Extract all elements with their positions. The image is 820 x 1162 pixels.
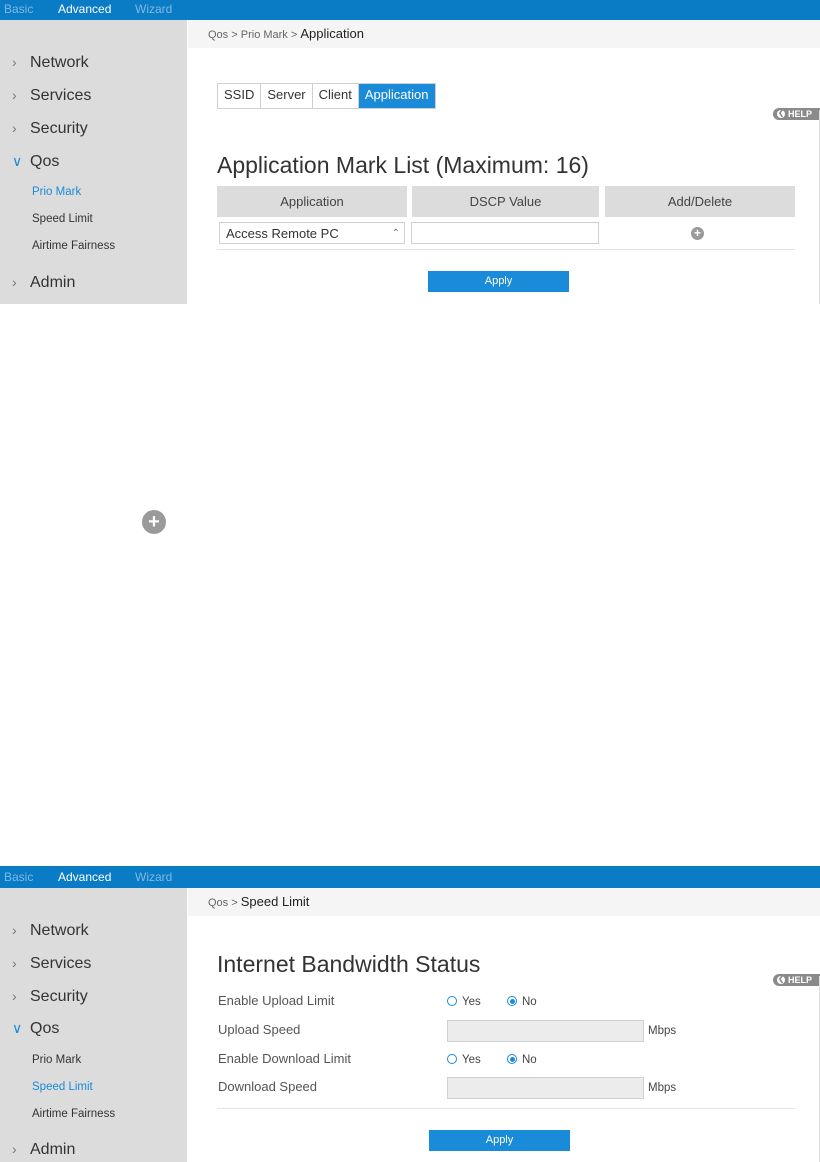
chevron-right-icon: › [12,87,17,103]
sidebar: › Network › Services › Security ∨ Qos Prio M… [0,20,187,304]
column-header-application: Application [217,186,407,217]
breadcrumb: Qos > Speed Limit [208,894,310,910]
breadcrumb-qos[interactable]: Qos [208,29,228,41]
select-updown-icon: ⌃ [391,228,400,239]
top-nav-bar: Basic Advanced Wizard [0,866,820,888]
top-nav-bar: Basic Advanced Wizard [0,0,820,20]
help-icon: ❮ [777,976,785,984]
apply-button[interactable]: Apply [428,271,569,292]
help-button[interactable]: ❮ HELP [773,108,820,120]
chevron-right-icon: › [12,1141,17,1157]
apply-button[interactable]: Apply [429,1130,570,1151]
upload-limit-label: Enable Upload Limit [218,993,335,1008]
top-nav-wizard[interactable]: Wizard [135,870,172,884]
breadcrumb-current: Speed Limit [240,894,310,909]
chevron-down-icon: ∨ [12,1020,23,1036]
sidebar: › Network › Services › Security ∨ Qos Prio M… [0,888,187,1162]
top-nav-advanced[interactable]: Advanced [58,870,111,884]
column-header-add-delete: Add/Delete [605,186,795,217]
sidebar-item-services[interactable]: › Services [12,85,91,106]
tab-server[interactable]: Server [261,84,313,108]
sidebar-item-network[interactable]: › Network [12,920,89,941]
sidebar-item-admin[interactable]: › Admin [12,1139,75,1160]
chevron-down-icon: ∨ [12,153,23,169]
chevron-right-icon: › [12,120,17,136]
upload-speed-label: Upload Speed [218,1022,301,1037]
download-speed-label: Download Speed [218,1079,318,1094]
breadcrumb-prio-mark[interactable]: Prio Mark [241,29,288,41]
tab-application[interactable]: Application [358,84,435,108]
upload-limit-yes-radio[interactable]: Yes [447,995,481,1009]
breadcrumb: Qos > Prio Mark > Application [208,26,364,42]
tab-ssid[interactable]: SSID [218,84,262,108]
divider [217,249,795,250]
top-nav-basic[interactable]: Basic [4,2,33,16]
chevron-right-icon: › [12,955,17,971]
screen-speed-limit: Basic Advanced Wizard › Network › Services… [0,866,820,1162]
divider [217,1108,795,1109]
breadcrumb-current: Application [300,26,364,41]
sidebar-sub-airtime-fairness[interactable]: Airtime Fairness [32,1107,115,1121]
sidebar-item-network[interactable]: › Network [12,52,89,73]
sidebar-item-admin[interactable]: › Admin [12,272,75,293]
breadcrumb-bar: Qos > Prio Mark > Application [188,20,820,48]
chevron-right-icon: › [12,988,17,1004]
screen-application-mark: Basic Advanced Wizard › Network › Services… [0,0,820,304]
download-limit-label: Enable Download Limit [218,1051,351,1066]
sidebar-item-security[interactable]: › Security [12,118,88,139]
sidebar-item-services[interactable]: › Services [12,953,91,974]
download-limit-yes-radio[interactable]: Yes [447,1053,481,1067]
upload-speed-unit: Mbps [648,1025,677,1037]
chevron-right-icon: › [12,274,17,290]
sidebar-sub-speed-limit[interactable]: Speed Limit [32,1080,93,1094]
download-limit-no-radio[interactable]: No [507,1053,537,1067]
top-nav-basic[interactable]: Basic [4,870,33,884]
top-nav-advanced[interactable]: Advanced [58,2,111,16]
help-button[interactable]: ❮ HELP [773,974,820,986]
page-title: Internet Bandwidth Status [217,951,481,977]
page-title: Application Mark List (Maximum: 16) [217,152,589,178]
plus-circle-icon[interactable]: + [691,227,704,240]
upload-speed-input[interactable] [447,1020,644,1042]
chevron-right-icon: › [12,922,17,938]
dscp-value-input[interactable] [411,222,599,244]
sidebar-sub-airtime-fairness[interactable]: Airtime Fairness [32,239,115,253]
breadcrumb-bar: Qos > Speed Limit [188,888,820,916]
sidebar-sub-prio-mark[interactable]: Prio Mark [32,1053,81,1067]
sidebar-item-qos[interactable]: ∨ Qos [12,1018,59,1039]
application-select[interactable]: Access Remote PC ⌃ [219,222,405,244]
top-nav-wizard[interactable]: Wizard [135,2,172,16]
download-speed-input[interactable] [447,1077,644,1099]
sidebar-item-security[interactable]: › Security [12,986,88,1007]
upload-limit-no-radio[interactable]: No [507,995,537,1009]
sidebar-sub-prio-mark[interactable]: Prio Mark [32,185,81,199]
help-icon: ❮ [777,110,785,118]
prio-mark-tabs: SSID Server Client Application [217,83,436,109]
plus-circle-icon[interactable]: + [142,510,166,534]
column-header-dscp: DSCP Value [412,186,599,217]
breadcrumb-qos[interactable]: Qos [208,897,228,909]
sidebar-sub-speed-limit[interactable]: Speed Limit [32,212,93,226]
sidebar-item-qos[interactable]: ∨ Qos [12,151,59,172]
tab-client[interactable]: Client [312,84,359,108]
chevron-right-icon: › [12,54,17,70]
download-speed-unit: Mbps [648,1082,677,1094]
